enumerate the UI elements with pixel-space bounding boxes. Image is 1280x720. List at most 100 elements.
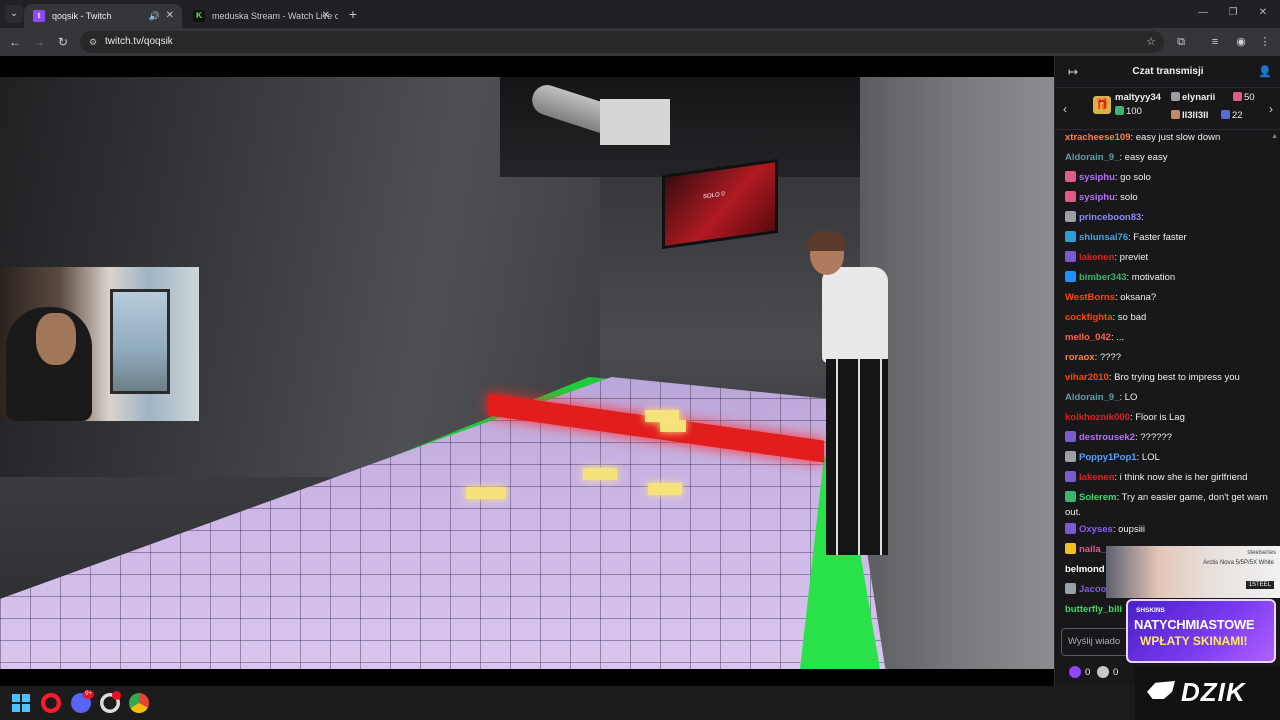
- chat-username[interactable]: Oxyses: [1079, 524, 1113, 535]
- chat-badge-icon[interactable]: [1065, 451, 1076, 462]
- opera-icon[interactable]: [41, 693, 61, 713]
- close-icon[interactable]: ✕: [322, 4, 330, 28]
- restore-icon[interactable]: ❐: [1222, 4, 1244, 22]
- steelseries-ad[interactable]: steelseries Arctis Nova 5/5P/5X White 1S…: [1106, 546, 1280, 598]
- new-tab-button[interactable]: +: [344, 4, 362, 24]
- discord-icon[interactable]: 9+: [71, 690, 94, 713]
- chat-username[interactable]: Aldorain_9_: [1065, 392, 1119, 403]
- chat-username[interactable]: WestBorns: [1065, 292, 1115, 303]
- chat-message: mello_042: ...: [1065, 330, 1271, 345]
- chat-username[interactable]: lakenen: [1079, 472, 1114, 483]
- close-icon[interactable]: ✕: [166, 4, 174, 28]
- extensions-icon[interactable]: ⧉: [1172, 33, 1190, 51]
- address-bar[interactable]: ⚙ twitch.tv/qoqsik ☆: [80, 31, 1164, 53]
- leaderboard-user[interactable]: elynarii: [1171, 92, 1215, 104]
- chat-username[interactable]: Solerem: [1079, 492, 1117, 503]
- forward-icon[interactable]: →: [30, 33, 48, 51]
- leaderboard-user[interactable]: maltyyy34: [1115, 92, 1161, 104]
- app-icon[interactable]: [100, 691, 121, 713]
- chat-username[interactable]: sysiphu: [1079, 172, 1115, 183]
- chat-message: roraox: ????: [1065, 350, 1271, 365]
- chat-username[interactable]: Poppy1Pop1: [1079, 452, 1137, 463]
- chat-message-text: : oksana?: [1114, 292, 1157, 303]
- chat-username[interactable]: destrousek2: [1079, 432, 1135, 443]
- gift-leaderboard: ‹ 🎁 maltyyy34 100 elynarii 50 ll3ll3ll 2…: [1055, 88, 1280, 130]
- site-info-icon[interactable]: ⚙: [86, 35, 100, 49]
- chat-message-list[interactable]: ▲ xtracheese109: easy just slow down Aldo…: [1055, 130, 1280, 618]
- close-window-icon[interactable]: ✕: [1252, 4, 1274, 22]
- windows-start-icon[interactable]: [12, 694, 30, 712]
- chat-username[interactable]: princeboon83: [1079, 212, 1141, 223]
- chat-badge-icon[interactable]: [1065, 211, 1076, 222]
- chat-badge-icon[interactable]: [1065, 491, 1076, 502]
- collapse-chat-icon[interactable]: ↦: [1065, 64, 1081, 80]
- chat-username[interactable]: kolkhoznik000: [1065, 412, 1130, 423]
- reload-icon[interactable]: ↻: [54, 33, 72, 51]
- chat-badge-icon[interactable]: [1065, 191, 1076, 202]
- chat-message: Poppy1Pop1: LOL: [1065, 450, 1271, 465]
- chat-username[interactable]: lakenen: [1079, 252, 1114, 263]
- chat-username[interactable]: naila_: [1079, 544, 1106, 555]
- chat-badge-icon[interactable]: [1065, 231, 1076, 242]
- chat-username[interactable]: cockfighta: [1065, 312, 1113, 323]
- tab-title: qoqsik - Twitch: [52, 11, 112, 21]
- dzik-ad[interactable]: DZIK: [1135, 667, 1280, 720]
- chat-badge-icon[interactable]: [1065, 543, 1076, 554]
- chat-badge-icon[interactable]: [1065, 431, 1076, 442]
- chevron-left-icon[interactable]: ‹: [1059, 100, 1071, 118]
- tab-search-button[interactable]: ⌄: [5, 5, 23, 23]
- chat-username[interactable]: roraox: [1065, 352, 1095, 363]
- leaderboard-user[interactable]: ll3ll3ll: [1171, 110, 1208, 122]
- gold-tile: [583, 468, 617, 480]
- chat-badge-icon[interactable]: [1065, 171, 1076, 182]
- chat-username[interactable]: mello_042: [1065, 332, 1111, 343]
- chat-username[interactable]: bimber343: [1079, 272, 1127, 283]
- minimize-icon[interactable]: —: [1192, 4, 1214, 22]
- ad-brand: SHSKINS: [1136, 607, 1165, 614]
- chat-badge-icon[interactable]: [1065, 271, 1076, 282]
- chat-message-text: : solo: [1114, 192, 1138, 203]
- media-control-icon[interactable]: ≡: [1206, 33, 1224, 51]
- chat-username[interactable]: vihar2010: [1065, 372, 1109, 383]
- gift-icon: [1171, 110, 1180, 119]
- tab-twitch[interactable]: t qoqsik - Twitch 🔊 ✕: [24, 4, 182, 28]
- chat-badge-icon[interactable]: [1065, 583, 1076, 594]
- chat-username[interactable]: butterfly_bili: [1065, 604, 1122, 615]
- chrome-icon[interactable]: [129, 693, 149, 713]
- chevron-right-icon[interactable]: ›: [1265, 100, 1277, 118]
- chat-message: sysiphu: solo: [1065, 190, 1271, 205]
- twitch-icon: t: [33, 10, 45, 22]
- tab-title: meduska Stream - Watch Live o: [212, 11, 338, 21]
- scroll-up-icon[interactable]: ▲: [1271, 133, 1278, 140]
- video-player[interactable]: SOLO 0: [0, 56, 1054, 686]
- back-icon[interactable]: ←: [6, 33, 24, 51]
- chat-message: princeboon83:: [1065, 210, 1271, 225]
- chat-message-text: : ...: [1110, 332, 1125, 343]
- chat-username[interactable]: Jacoo: [1079, 584, 1106, 595]
- chat-username[interactable]: shiunsai76: [1079, 232, 1128, 243]
- chat-message-text: : i think now she is her girlfriend: [1114, 472, 1248, 483]
- url-text: twitch.tv/qoqsik: [105, 36, 173, 47]
- chat-message-text: : LOL: [1136, 452, 1160, 463]
- profile-icon[interactable]: ◉: [1232, 33, 1250, 51]
- more-menu-icon[interactable]: ⋮: [1256, 33, 1274, 51]
- channel-points[interactable]: 0: [1097, 666, 1118, 680]
- browser-toolbar: ← → ↻ ⚙ twitch.tv/qoqsik ☆ ⧉ ≡ ◉ ⋮: [0, 28, 1280, 56]
- skins-ad[interactable]: SHSKINS NATYCHMIASTOWE WPŁATY SKINAMI!: [1126, 599, 1276, 663]
- chat-username[interactable]: belmond: [1065, 564, 1105, 575]
- chat-message-text: : so bad: [1112, 312, 1147, 323]
- chat-username[interactable]: xtracheese109: [1065, 132, 1131, 143]
- bits-counter[interactable]: 0: [1069, 666, 1090, 680]
- gift-icon: [1171, 92, 1180, 101]
- chat-username[interactable]: Aldorain_9_: [1065, 152, 1119, 163]
- tab-kick[interactable]: K meduska Stream - Watch Live o ✕: [184, 4, 338, 28]
- bookmark-star-icon[interactable]: ☆: [1146, 31, 1156, 53]
- chat-badge-icon[interactable]: [1065, 251, 1076, 262]
- chat-username[interactable]: sysiphu: [1079, 192, 1115, 203]
- speaker-icon[interactable]: 🔊: [149, 4, 160, 28]
- chat-badge-icon[interactable]: [1065, 523, 1076, 534]
- chat-message: lakenen: i think now she is her girlfrie…: [1065, 470, 1271, 485]
- chat-badge-icon[interactable]: [1065, 471, 1076, 482]
- community-icon[interactable]: 👤: [1257, 64, 1273, 80]
- chat-message: sysiphu: go solo: [1065, 170, 1271, 185]
